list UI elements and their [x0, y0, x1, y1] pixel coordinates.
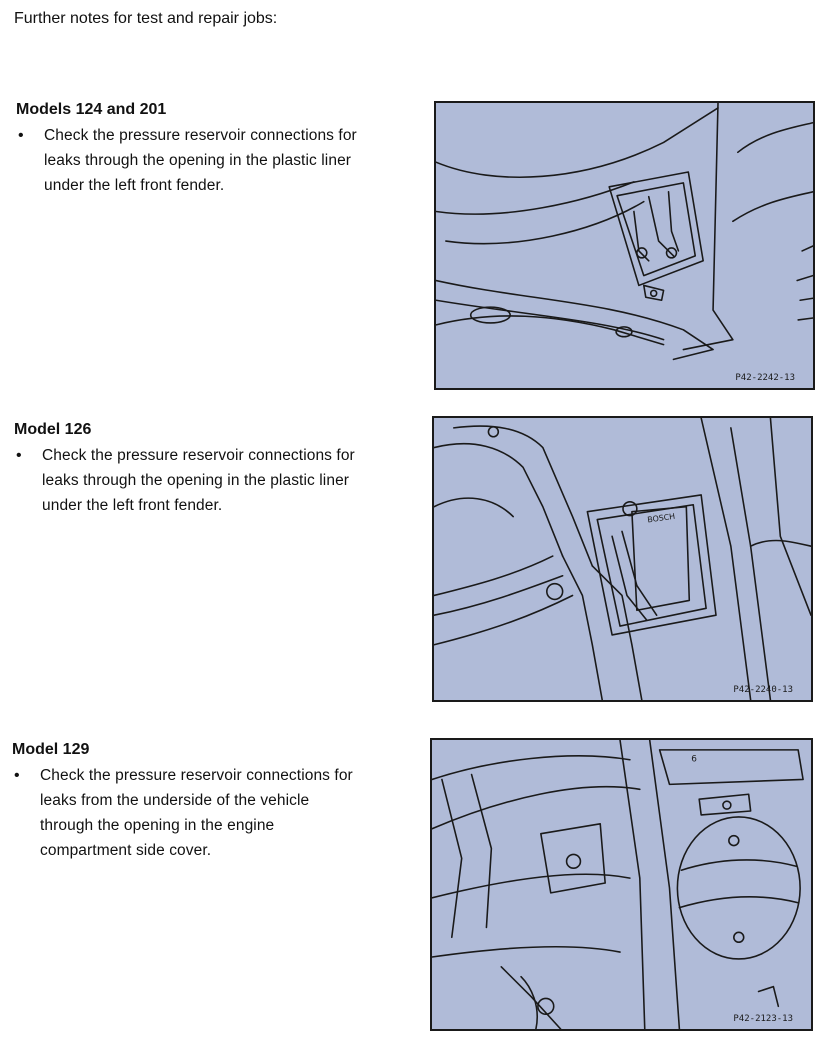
bullet-item: • Check the pressure reservoir connectio…	[12, 763, 422, 863]
bullet-text: Check the pressure reservoir connections…	[40, 767, 353, 859]
figure-id: P42-2242-13	[735, 373, 795, 383]
illustration-model-129: 6 P42-2123-13	[430, 738, 813, 1031]
illustration-model-126: BOSCH P42-2240-13	[432, 416, 813, 702]
section-model-126: Model 126 • Check the pressure reservoir…	[14, 421, 424, 518]
bullet-text: Check the pressure reservoir connections…	[44, 127, 357, 194]
section-heading: Models 124 and 201	[16, 101, 167, 118]
section-models-124-201: Models 124 and 201 • Check the pressure …	[16, 101, 426, 198]
bullet-icon: •	[18, 127, 24, 144]
bullet-icon: •	[14, 767, 20, 784]
section-model-129: Model 129 • Check the pressure reservoir…	[12, 741, 422, 863]
figure-id: P42-2240-13	[733, 685, 793, 695]
fender-liner-drawing: BOSCH	[434, 418, 811, 700]
bullet-item: • Check the pressure reservoir connectio…	[16, 123, 426, 198]
figure-id: P42-2123-13	[733, 1014, 793, 1024]
intro-text: Further notes for test and repair jobs:	[14, 10, 278, 27]
fender-opening-drawing	[436, 103, 813, 361]
bullet-icon: •	[16, 447, 22, 464]
reservoir-label: BOSCH	[647, 512, 676, 525]
section-heading: Model 126	[14, 421, 92, 438]
bullet-item: • Check the pressure reservoir connectio…	[14, 443, 424, 518]
engine-side-cover-drawing: 6	[432, 740, 804, 1029]
section-heading: Model 129	[12, 741, 90, 758]
illustration-models-124-201: P42-2242-13	[434, 101, 815, 390]
bullet-text: Check the pressure reservoir connections…	[42, 447, 355, 514]
svg-text:6: 6	[691, 755, 697, 765]
